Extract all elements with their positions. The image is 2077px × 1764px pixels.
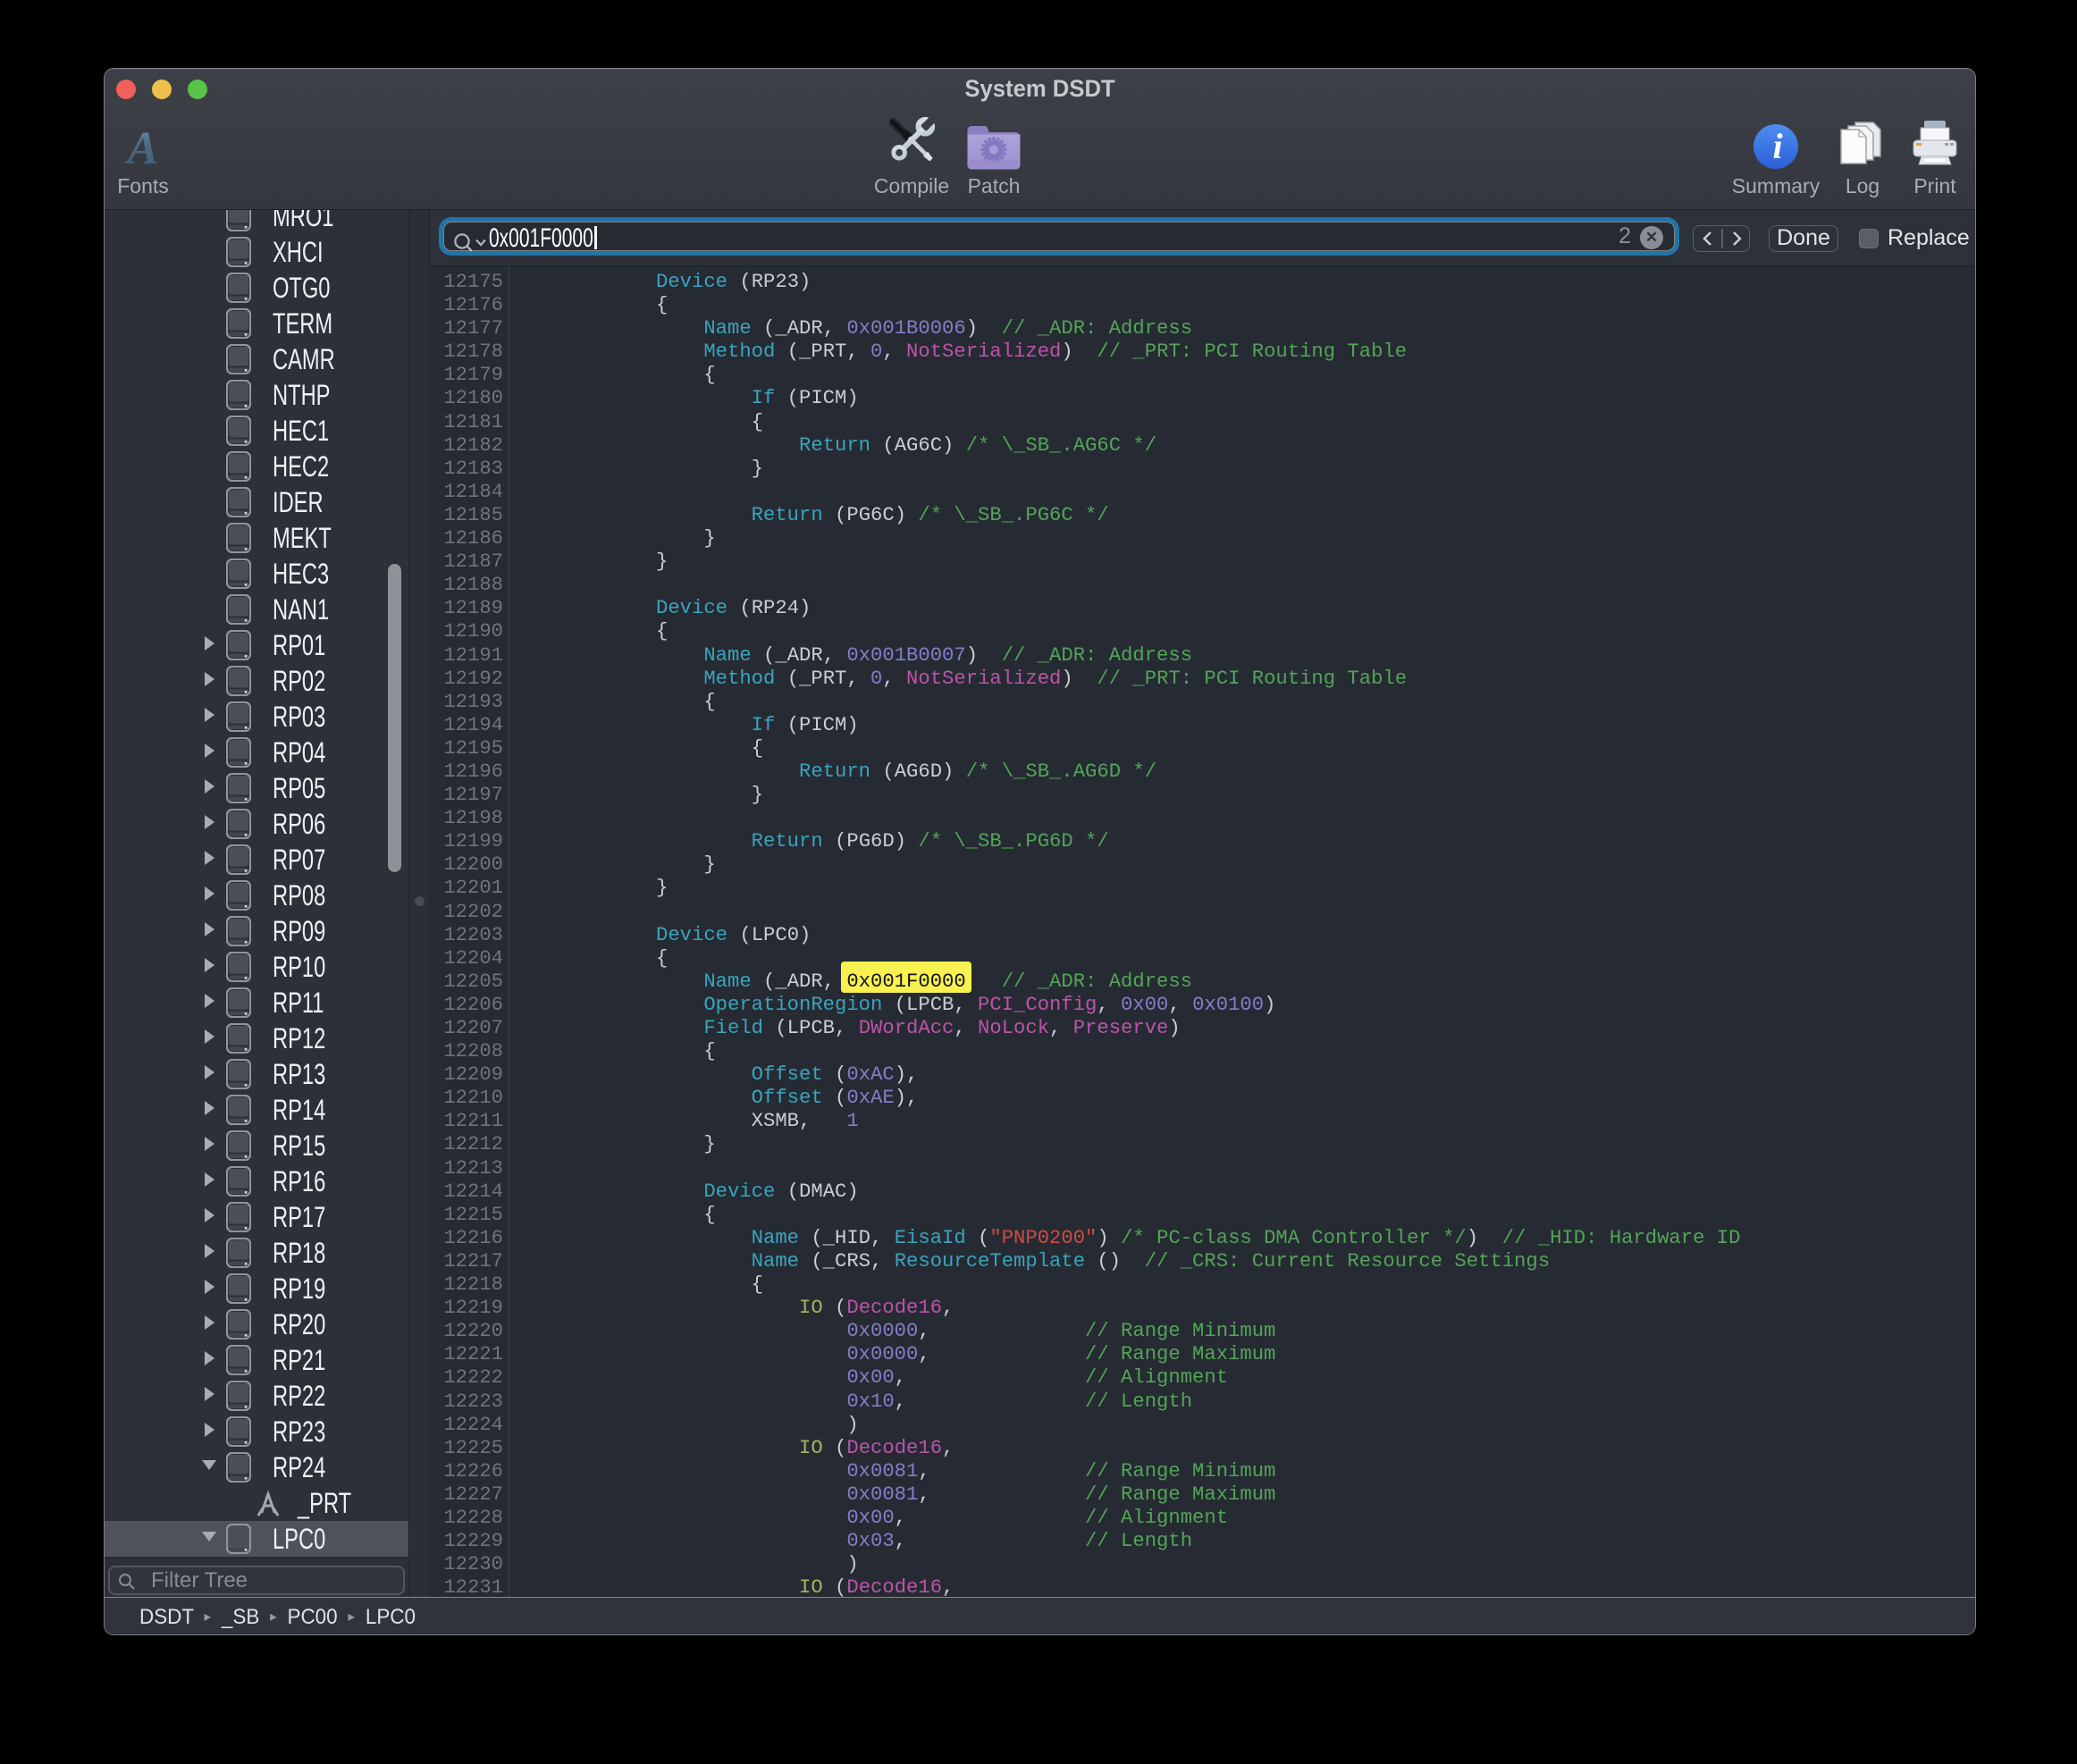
svg-text:A: A	[125, 124, 159, 171]
svg-text:i: i	[1772, 126, 1782, 166]
